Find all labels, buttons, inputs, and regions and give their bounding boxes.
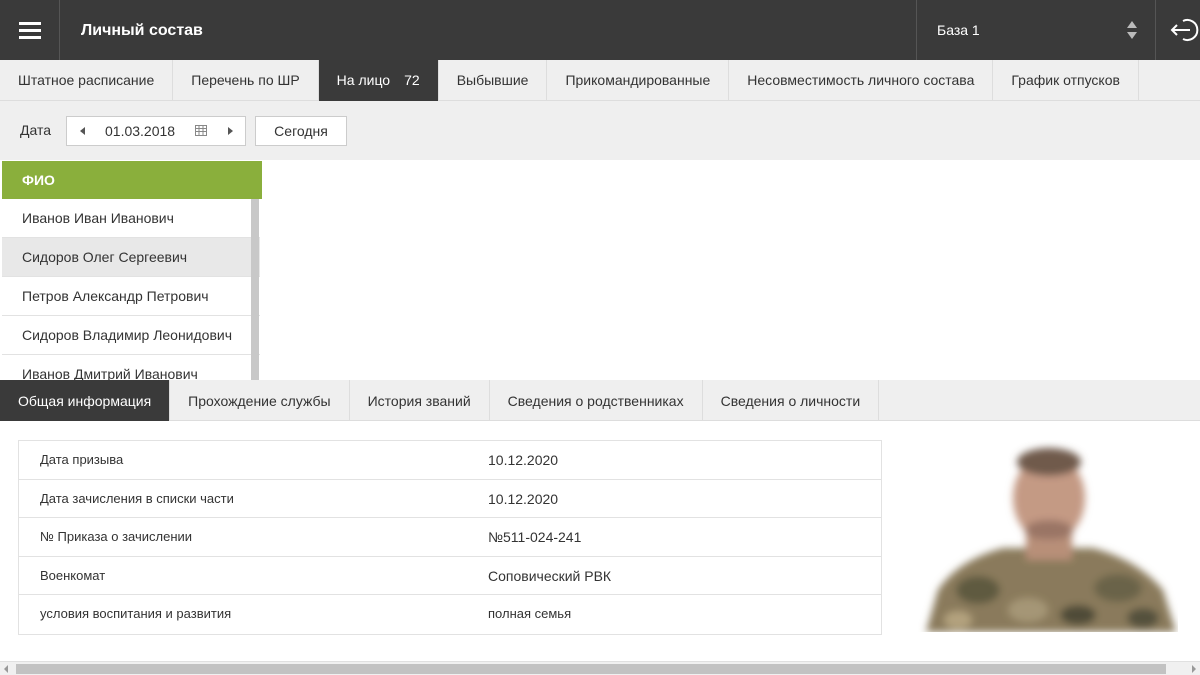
person-list: Иванов Иван Иванович Сидоров Олег Сергее… [2, 199, 260, 380]
hamburger-icon [18, 22, 41, 39]
detail-tabs: Общая информация Прохождение службы Исто… [0, 380, 1200, 421]
date-value[interactable]: 01.03.2018 [105, 117, 175, 145]
logout-button[interactable] [1157, 0, 1200, 60]
fio-column-header[interactable]: ФИО [2, 161, 262, 199]
list-item-selected[interactable]: Сидоров Олег Сергеевич [2, 238, 260, 277]
table-row: Дата призыва 10.12.2020 [19, 441, 881, 480]
select-arrows-icon [1127, 21, 1137, 39]
table-row: условия воспитания и развития полная сем… [19, 595, 881, 634]
scrollbar-thumb[interactable] [16, 664, 1166, 674]
tab-relatives[interactable]: Сведения о родственниках [490, 380, 703, 421]
tab-service-record[interactable]: Прохождение службы [170, 380, 350, 421]
database-select-value: База 1 [937, 22, 980, 38]
field-value: Соповический РВК [488, 567, 612, 584]
table-row: № Приказа о зачислении №511-024-241 [19, 518, 881, 557]
list-item[interactable]: Петров Александр Петрович [2, 277, 260, 316]
table-row: Военкомат Соповический РВК [19, 557, 881, 596]
next-date-button[interactable] [223, 117, 237, 145]
field-label: № Приказа о зачислении [40, 529, 193, 545]
list-item[interactable]: Иванов Иван Иванович [2, 199, 260, 238]
scroll-left-icon[interactable] [4, 665, 8, 673]
scroll-right-icon[interactable] [1192, 665, 1196, 673]
calendar-icon[interactable] [195, 125, 207, 136]
general-info-table: Дата призыва 10.12.2020 Дата зачисления … [18, 440, 882, 635]
field-label: Дата призыва [40, 452, 124, 467]
field-value: №511-024-241 [488, 529, 582, 546]
date-label: Дата [20, 122, 52, 138]
tab-present-count: 72 [404, 72, 420, 88]
tab-vacation-schedule[interactable]: График отпусков [993, 60, 1139, 101]
tab-general-info[interactable]: Общая информация [0, 380, 171, 421]
menu-button[interactable] [0, 0, 60, 60]
horizontal-scrollbar[interactable] [0, 661, 1200, 675]
main-tabs: Штатное расписание Перечень по ШР На лиц… [0, 60, 1200, 101]
tab-seconded[interactable]: Прикомандированные [547, 60, 730, 101]
field-label: Дата зачисления в списки части [40, 490, 234, 506]
tab-staff-schedule[interactable]: Штатное расписание [0, 60, 174, 101]
prev-date-button[interactable] [75, 117, 89, 145]
list-item[interactable]: Иванов Дмитрий Иванович [2, 355, 260, 380]
tab-personal-info[interactable]: Сведения о личности [703, 380, 880, 421]
arrow-left-icon [79, 127, 85, 135]
field-value: 10.12.2020 [488, 490, 559, 507]
tab-rank-history[interactable]: История званий [350, 380, 490, 421]
tab-present[interactable]: На лицо 72 [318, 60, 439, 101]
logout-icon [1170, 19, 1199, 41]
tab-departed[interactable]: Выбывшие [439, 60, 548, 101]
date-filter-row: Дата 01.03.2018 Сегодня [0, 101, 1200, 160]
tab-sr-list[interactable]: Перечень по ШР [173, 60, 319, 101]
tab-present-label: На лицо [336, 72, 391, 88]
field-value: полная семья [488, 606, 572, 622]
list-scrollbar[interactable] [251, 199, 259, 380]
field-label: Военкомат [40, 567, 106, 583]
page-title: Личный состав [81, 22, 203, 39]
date-picker[interactable]: 01.03.2018 [66, 116, 246, 146]
portrait-image [926, 448, 1176, 632]
list-item[interactable]: Сидоров Владимир Леонидович [2, 316, 260, 355]
table-row: Дата зачисления в списки части 10.12.202… [19, 480, 881, 519]
field-value: 10.12.2020 [488, 452, 559, 468]
database-select[interactable]: База 1 [916, 0, 1156, 60]
field-label: условия воспитания и развития [40, 606, 232, 622]
person-photo [918, 440, 1178, 632]
top-bar: Личный состав База 1 [0, 0, 1200, 60]
person-list-panel: ФИО Иванов Иван Иванович Сидоров Олег Се… [0, 160, 1200, 380]
tab-incompatibility[interactable]: Несовместимость личного состава [729, 60, 994, 101]
today-button[interactable]: Сегодня [255, 116, 347, 146]
arrow-right-icon [227, 127, 233, 135]
